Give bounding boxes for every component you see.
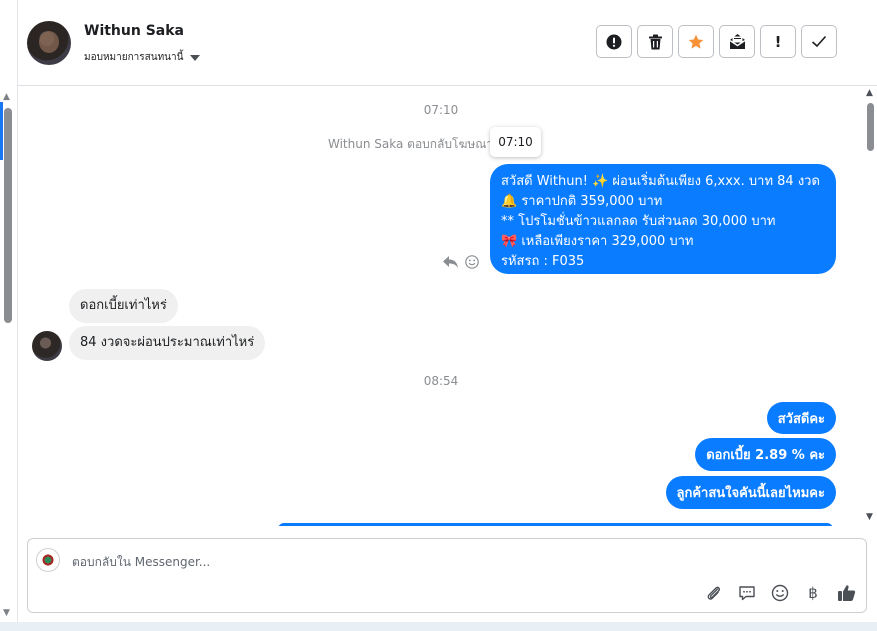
follow-up-button[interactable]: ! (760, 25, 796, 58)
emoji-icon[interactable] (770, 583, 790, 603)
header-toolbar: ! (596, 25, 837, 58)
outgoing-message[interactable]: ลูกค้าสนใจคันนี้เลยไหมคะ (665, 476, 836, 509)
mark-done-button[interactable] (801, 25, 837, 58)
bottom-bar (0, 622, 877, 631)
message-line: สวัสดี Withun! ✨ ผ่อนเริ่มต้นเพียง 6,xxx… (501, 174, 820, 189)
report-spam-button[interactable] (596, 25, 632, 58)
star-icon (688, 34, 704, 49)
active-indicator (0, 102, 3, 160)
message-thread[interactable]: 07:10 Withun Saka ตอบกลับโฆษณา 07:10 สวั… (18, 86, 864, 526)
composer-area: ฿ (18, 526, 877, 631)
delete-button[interactable] (637, 25, 673, 58)
thumbs-up-icon[interactable] (836, 583, 856, 603)
thread-scrollbar-thumb[interactable] (867, 103, 874, 151)
scroll-down-arrow-icon[interactable]: ▼ (866, 512, 873, 522)
contact-avatar[interactable] (27, 21, 71, 65)
sender-avatar (32, 331, 62, 361)
star-button[interactable] (678, 25, 714, 58)
paperclip-icon[interactable] (704, 583, 724, 603)
reply-icon[interactable] (442, 255, 459, 269)
conversation-header: Withun Saka มอบหมายการสนทนานี้ ! (18, 0, 877, 86)
thread-scrollbar[interactable]: ▲ ▼ (864, 86, 877, 526)
left-scrollbar-thumb[interactable] (4, 108, 12, 323)
caret-down-icon (190, 54, 201, 61)
page-avatar (36, 548, 60, 572)
timestamp: 08:54 (423, 374, 459, 388)
message-line: 🔔 ราคาปกติ 359,000 บาท (501, 194, 663, 209)
mark-unread-button[interactable] (719, 25, 755, 58)
assign-label: มอบหมายการสนทนานี้ (84, 52, 184, 63)
react-emoji-icon[interactable] (465, 255, 479, 269)
composer-box[interactable]: ฿ (27, 538, 867, 613)
composer-actions: ฿ (704, 583, 856, 603)
outgoing-message[interactable]: สวัสดีคะ (766, 402, 836, 434)
contact-name[interactable]: Withun Saka (84, 23, 184, 39)
incoming-message[interactable]: ดอกเบี้ยเท่าไหร่ (69, 289, 178, 323)
scroll-up-arrow-icon[interactable]: ▲ (3, 92, 10, 102)
outgoing-message[interactable]: ดอกเบี้ย 2.89 % คะ (695, 438, 836, 471)
exclamation-circle-icon (606, 34, 622, 49)
timestamp: 07:10 (423, 103, 459, 117)
message-actions (442, 255, 479, 269)
incoming-message[interactable]: 84 งวดจะผ่อนประมาณเท่าไหร่ (69, 326, 266, 360)
exclamation-icon: ! (774, 32, 782, 51)
check-icon (811, 35, 827, 48)
time-tooltip: 07:10 (490, 127, 541, 157)
ad-reply-notice: Withun Saka ตอบกลับโฆษณา (328, 137, 494, 151)
assign-conversation-dropdown[interactable]: มอบหมายการสนทนานี้ (84, 50, 201, 65)
left-rail: ▲ ▼ (0, 0, 18, 631)
message-line: ** โปรโมชั่นข้าวแลกลด รับส่วนลด 30,000 บ… (501, 214, 776, 229)
message-line: 🎀 เหลือเพียงราคา 329,000 บาท (501, 234, 694, 249)
scroll-down-arrow-icon[interactable]: ▼ (3, 608, 10, 618)
reply-input[interactable] (70, 551, 674, 573)
open-envelope-icon (729, 34, 745, 49)
baht-icon[interactable]: ฿ (803, 583, 823, 603)
trash-icon (648, 34, 662, 49)
scroll-up-arrow-icon[interactable]: ▲ (866, 88, 873, 98)
message-line: รหัสรถ : F035 (501, 254, 585, 269)
ad-reply-message[interactable]: สวัสดี Withun! ✨ ผ่อนเริ่มต้นเพียง 6,xxx… (490, 164, 836, 274)
saved-reply-icon[interactable] (737, 583, 757, 603)
